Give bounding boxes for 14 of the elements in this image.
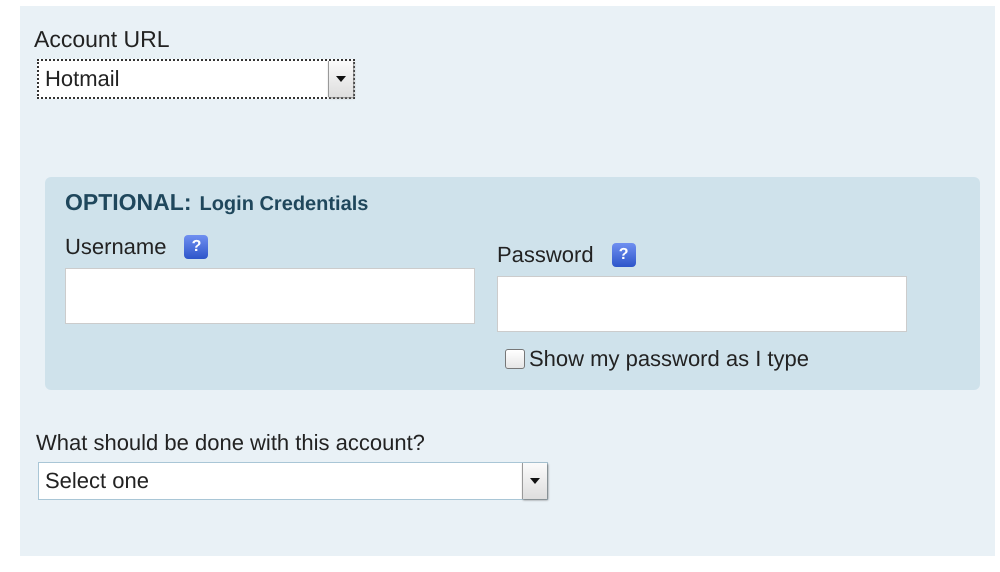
section-title: Login Credentials [200,193,368,216]
input-field[interactable] [65,268,475,324]
field-label: Password [497,242,594,268]
action-dropdown[interactable]: Select one [38,462,548,500]
help-icon[interactable]: ? [184,235,208,259]
input-field[interactable] [497,276,907,332]
field-label: Account URL [34,26,171,53]
help-icon[interactable]: ? [612,243,636,267]
field-label: Username [65,234,166,260]
field-label: What should be done with this account? [36,430,426,456]
checkbox[interactable] [505,349,525,369]
optional-label: OPTIONAL: [65,189,192,216]
account-url-dropdown[interactable]: Hotmail [37,59,355,99]
checkbox-label[interactable]: Show my password as I type [529,346,810,372]
